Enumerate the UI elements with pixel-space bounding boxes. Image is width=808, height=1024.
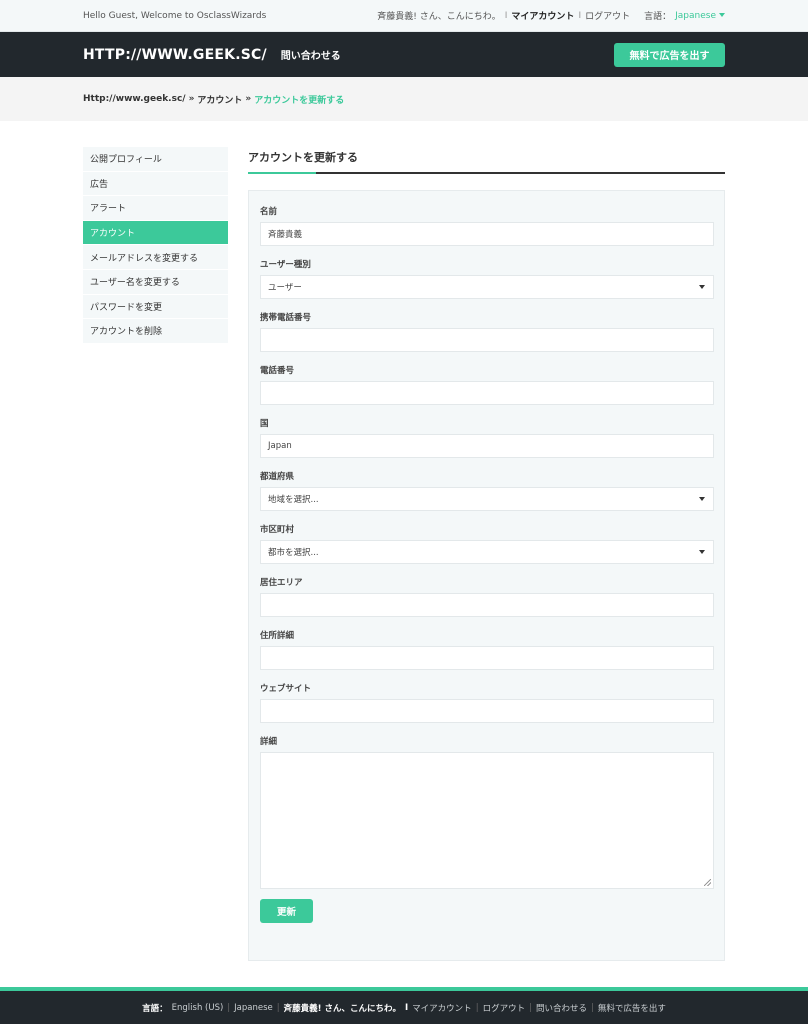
site-logo[interactable]: HTTP://WWW.GEEK.SC/ bbox=[83, 47, 267, 63]
footer-logout-link[interactable]: ログアウト bbox=[483, 1002, 526, 1014]
language-dropdown[interactable]: Japanese bbox=[675, 11, 725, 21]
name-input[interactable]: 斉藤貴義 bbox=[260, 222, 714, 246]
footer-my-account-link[interactable]: マイアカウント bbox=[412, 1002, 472, 1014]
breadcrumb-account[interactable]: アカウント bbox=[197, 93, 242, 106]
breadcrumb-current: アカウントを更新する bbox=[254, 95, 345, 106]
language-label: 言語： bbox=[644, 12, 672, 22]
phone-label: 電話番号 bbox=[260, 366, 295, 376]
name-field-group: 名前 斉藤貴義 bbox=[260, 205, 714, 246]
dropdown-arrow-icon bbox=[699, 285, 705, 289]
top-bar-user-menu: 斉藤貴義! さん、こんにちわ。 I マイアカウント I ログアウト 言語： Ja… bbox=[377, 9, 725, 22]
sidebar-item-change-password[interactable]: パスワードを変更 bbox=[83, 295, 228, 320]
footer-user-greeting: 斉藤貴義! さん、こんにちわ。 bbox=[283, 1003, 401, 1014]
name-label: 名前 bbox=[260, 207, 278, 217]
sidebar-item-account[interactable]: アカウント bbox=[83, 220, 228, 246]
title-divider bbox=[248, 172, 725, 174]
separator: | bbox=[475, 1002, 479, 1013]
separator: I bbox=[578, 10, 582, 21]
country-input[interactable]: Japan bbox=[260, 434, 714, 458]
language-value: Japanese bbox=[675, 10, 716, 21]
update-account-panel: アカウントを更新する 名前 斉藤貴義 ユーザー種別 ユーザー 携帯電話番号 電話… bbox=[248, 145, 725, 961]
website-label: ウェブサイト bbox=[260, 684, 312, 694]
details-label: 詳細 bbox=[260, 737, 278, 747]
separator: | bbox=[590, 1002, 594, 1013]
separator: | bbox=[276, 1002, 280, 1013]
address-field-group: 住所詳細 bbox=[260, 629, 714, 670]
user-type-label: ユーザー種別 bbox=[260, 260, 311, 270]
contact-link[interactable]: 問い合わせる bbox=[281, 47, 341, 62]
breadcrumb: Http://www.geek.sc/ » アカウント » アカウントを更新する bbox=[0, 77, 808, 121]
area-label: 居住エリア bbox=[260, 578, 303, 588]
user-type-value: ユーザー bbox=[268, 283, 302, 293]
logout-link[interactable]: ログアウト bbox=[585, 9, 630, 22]
update-account-form: 名前 斉藤貴義 ユーザー種別 ユーザー 携帯電話番号 電話番号 国 Japan … bbox=[248, 190, 725, 961]
sidebar-item-delete-account[interactable]: アカウントを削除 bbox=[83, 319, 228, 344]
phone-input[interactable] bbox=[260, 381, 714, 405]
dropdown-arrow-icon bbox=[699, 550, 705, 554]
city-field-group: 市区町村 都市を選択... bbox=[260, 523, 714, 564]
separator: | bbox=[529, 1002, 532, 1013]
breadcrumb-separator: » bbox=[188, 94, 195, 104]
my-account-link[interactable]: マイアカウント bbox=[511, 9, 574, 22]
footer-contact-link[interactable]: 問い合わせる bbox=[536, 1002, 587, 1014]
sidebar-item-change-username[interactable]: ユーザー名を変更する bbox=[83, 270, 228, 295]
breadcrumb-separator: » bbox=[245, 94, 252, 104]
footer-japanese-link[interactable]: Japanese bbox=[234, 1003, 273, 1013]
city-select[interactable]: 都市を選択... bbox=[260, 540, 714, 564]
sidebar-item-change-email[interactable]: メールアドレスを変更する bbox=[83, 245, 228, 270]
post-ad-button[interactable]: 無料で広告を出す bbox=[614, 42, 725, 67]
page-title: アカウントを更新する bbox=[248, 151, 358, 164]
brand: HTTP://WWW.GEEK.SC/ 問い合わせる bbox=[83, 47, 341, 63]
city-label: 市区町村 bbox=[260, 525, 295, 535]
phone-field-group: 電話番号 bbox=[260, 364, 714, 405]
mobile-input[interactable] bbox=[260, 328, 714, 352]
mobile-label: 携帯電話番号 bbox=[260, 313, 312, 323]
sidebar-item-ads[interactable]: 広告 bbox=[83, 172, 228, 197]
area-field-group: 居住エリア bbox=[260, 576, 714, 617]
region-field-group: 都道府県 地域を選択... bbox=[260, 470, 714, 511]
sidebar-item-public-profile[interactable]: 公開プロフィール bbox=[83, 147, 228, 172]
separator: | bbox=[227, 1002, 231, 1013]
account-sidebar: 公開プロフィール 広告 アラート アカウント メールアドレスを変更する ユーザー… bbox=[83, 147, 228, 344]
update-button[interactable]: 更新 bbox=[260, 899, 313, 923]
address-input[interactable] bbox=[260, 646, 714, 670]
separator: I bbox=[405, 1002, 409, 1013]
country-label: 国 bbox=[260, 419, 269, 429]
footer-english-link[interactable]: English (US) bbox=[172, 1003, 224, 1013]
resize-grip-icon[interactable] bbox=[704, 879, 711, 886]
site-footer: 言語： English (US) | Japanese | 斉藤貴義! さん、こ… bbox=[0, 987, 808, 1024]
user-greeting: 斉藤貴義! さん、こんにちわ。 bbox=[377, 12, 501, 22]
dropdown-arrow-icon bbox=[699, 497, 705, 501]
site-header: HTTP://WWW.GEEK.SC/ 問い合わせる 無料で広告を出す bbox=[0, 32, 808, 77]
country-value: Japan bbox=[268, 441, 292, 451]
details-textarea[interactable] bbox=[260, 752, 714, 889]
footer-language-label: 言語： bbox=[142, 1003, 168, 1014]
city-value: 都市を選択... bbox=[268, 548, 319, 558]
region-label: 都道府県 bbox=[260, 472, 295, 482]
footer-post-ad-link[interactable]: 無料で広告を出す bbox=[598, 1002, 666, 1014]
website-field-group: ウェブサイト bbox=[260, 682, 714, 723]
welcome-text: Hello Guest, Welcome to OsclassWizards bbox=[83, 10, 267, 21]
country-field-group: 国 Japan bbox=[260, 417, 714, 458]
details-field-group: 詳細 bbox=[260, 735, 714, 889]
user-type-field-group: ユーザー種別 ユーザー bbox=[260, 258, 714, 299]
user-type-select[interactable]: ユーザー bbox=[260, 275, 714, 299]
region-value: 地域を選択... bbox=[268, 495, 319, 505]
website-input[interactable] bbox=[260, 699, 714, 723]
area-input[interactable] bbox=[260, 593, 714, 617]
breadcrumb-home[interactable]: Http://www.geek.sc/ bbox=[83, 94, 186, 104]
sidebar-item-alerts[interactable]: アラート bbox=[83, 196, 228, 221]
mobile-field-group: 携帯電話番号 bbox=[260, 311, 714, 352]
caret-down-icon bbox=[719, 13, 725, 17]
title-divider-accent bbox=[248, 172, 316, 174]
top-bar: Hello Guest, Welcome to OsclassWizards 斉… bbox=[0, 0, 808, 32]
name-value: 斉藤貴義 bbox=[268, 230, 303, 240]
separator: I bbox=[504, 10, 508, 21]
region-select[interactable]: 地域を選択... bbox=[260, 487, 714, 511]
address-label: 住所詳細 bbox=[260, 631, 295, 641]
